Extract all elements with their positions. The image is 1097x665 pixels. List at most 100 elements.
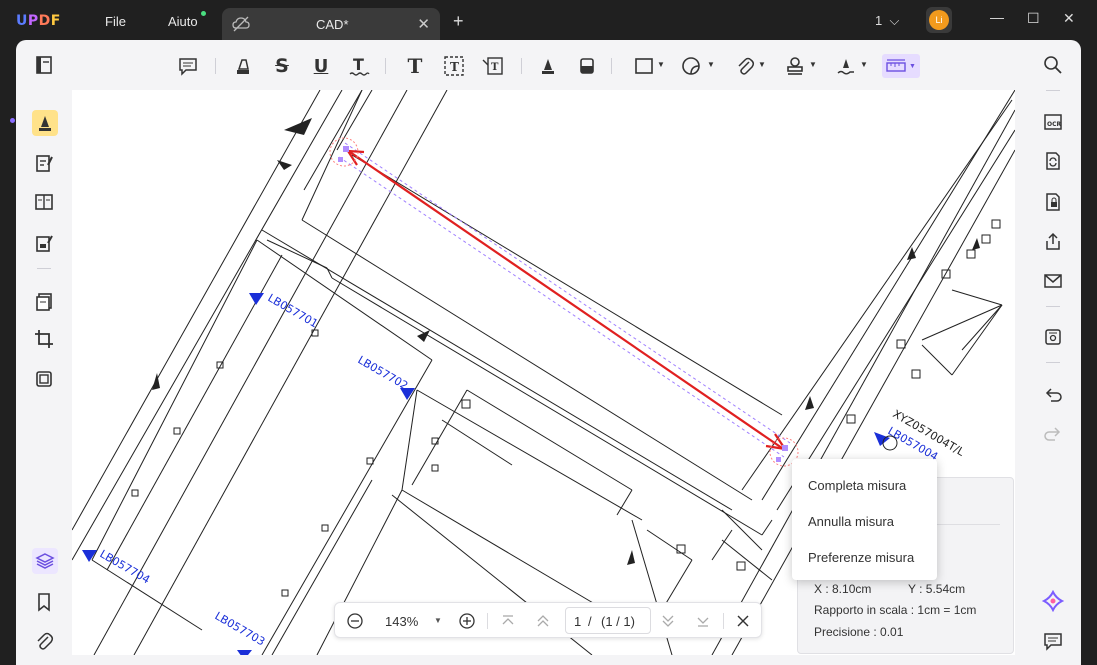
crop-icon[interactable]: [32, 327, 56, 351]
ocr-icon[interactable]: OCR: [1041, 110, 1065, 134]
strikethrough-icon[interactable]: S: [270, 54, 294, 78]
divider: [1046, 362, 1060, 363]
ai-assistant-icon[interactable]: [1041, 589, 1065, 613]
undo-icon[interactable]: [1041, 383, 1065, 407]
caret-down-icon[interactable]: ▼: [758, 60, 766, 69]
chevron-down-icon: ⌵: [889, 13, 900, 28]
email-icon[interactable]: [1041, 269, 1065, 293]
active-indicator: [10, 118, 15, 123]
divider: [1046, 306, 1060, 307]
cad-label: LB057703: [213, 609, 268, 648]
zoom-bar: 143% ▼ 1 / (1 / 1): [334, 602, 762, 638]
toolbar-separator: [611, 58, 612, 74]
signature-icon[interactable]: [834, 54, 858, 78]
svg-text:T: T: [450, 60, 459, 74]
notification-dot: [201, 11, 206, 16]
underline-icon[interactable]: U: [309, 54, 333, 78]
divider: [487, 613, 488, 629]
toolbar-separator: [385, 58, 386, 74]
close-bar-icon[interactable]: [733, 611, 753, 631]
menu-file[interactable]: File: [105, 14, 126, 29]
shape-rectangle-icon[interactable]: [632, 54, 656, 78]
caret-down-icon: ▼: [909, 62, 916, 70]
document-tab[interactable]: CAD* ✕: [222, 8, 440, 40]
new-tab-icon[interactable]: +: [453, 11, 464, 32]
cad-label: LB057702: [356, 353, 411, 392]
textbox-icon[interactable]: T: [442, 54, 466, 78]
pencil-icon[interactable]: [536, 54, 560, 78]
svg-text:OCR: OCR: [1047, 121, 1062, 128]
measure-handle[interactable]: [343, 146, 349, 152]
avatar[interactable]: Li: [926, 7, 952, 33]
eraser-icon[interactable]: [575, 54, 599, 78]
maximize-icon[interactable]: ☐: [1027, 10, 1040, 27]
vertical-scrollbar[interactable]: [1015, 90, 1025, 655]
paperclip-icon[interactable]: [733, 54, 757, 78]
search-icon[interactable]: [1041, 53, 1065, 77]
toolbar-separator: [521, 58, 522, 74]
compress-icon[interactable]: [32, 367, 56, 391]
measure-precision: Precisione : 0.01: [814, 625, 904, 639]
measure-handle[interactable]: [776, 457, 781, 462]
cad-label: LB057701: [266, 291, 321, 330]
share-icon[interactable]: [1041, 230, 1065, 254]
convert-icon[interactable]: [32, 290, 56, 314]
comments-panel-icon[interactable]: [1041, 629, 1065, 653]
zoom-value[interactable]: 143%: [385, 614, 418, 629]
caret-down-icon[interactable]: ▼: [657, 60, 665, 69]
layers-icon[interactable]: [32, 548, 58, 574]
divider: [1046, 90, 1060, 91]
attachment-icon[interactable]: [32, 629, 56, 653]
text-icon[interactable]: T: [403, 54, 427, 78]
comment-icon[interactable]: [176, 54, 200, 78]
highlight-icon[interactable]: [231, 54, 255, 78]
page-selector-value: 1: [875, 13, 883, 28]
page-input[interactable]: 1 / (1 / 1): [565, 607, 651, 634]
measure-handle[interactable]: [338, 157, 343, 162]
first-page-icon[interactable]: [498, 611, 518, 631]
measure-tool-icon[interactable]: ▼: [882, 54, 920, 78]
bookmark-icon[interactable]: [32, 590, 56, 614]
previous-page-icon[interactable]: [533, 611, 553, 631]
svg-text:T: T: [353, 55, 364, 74]
menu-item-complete-measure[interactable]: Completa misura: [808, 478, 906, 493]
reader-icon[interactable]: [32, 53, 56, 77]
divider: [723, 613, 724, 629]
squiggly-underline-icon[interactable]: T: [347, 54, 371, 78]
page-current: 1: [574, 614, 582, 629]
tab-close-icon[interactable]: ✕: [417, 15, 430, 33]
comment-tool-icon[interactable]: [32, 110, 58, 136]
caret-down-icon[interactable]: ▼: [809, 60, 817, 69]
caret-down-icon[interactable]: ▼: [860, 60, 868, 69]
menu-help[interactable]: Aiuto: [168, 14, 198, 29]
menu-item-measure-preferences[interactable]: Preferenze misura: [808, 550, 914, 565]
text-callout-icon[interactable]: T: [481, 54, 505, 78]
close-window-icon[interactable]: ✕: [1063, 10, 1075, 27]
protect-pdf-icon[interactable]: [1041, 190, 1065, 214]
redo-icon[interactable]: [1041, 422, 1065, 446]
avatar-initials: Li: [929, 10, 949, 30]
sticker-icon[interactable]: [679, 54, 703, 78]
caret-down-icon[interactable]: ▼: [434, 616, 442, 625]
minimize-icon[interactable]: —: [990, 9, 1004, 25]
zoom-in-icon[interactable]: [457, 611, 477, 631]
form-icon[interactable]: [32, 231, 56, 255]
page-selector[interactable]: 1 ⌵: [875, 13, 899, 29]
stamp-icon[interactable]: [783, 54, 807, 78]
last-page-icon[interactable]: [693, 611, 713, 631]
page-organize-icon[interactable]: [32, 190, 56, 214]
next-page-icon[interactable]: [658, 611, 678, 631]
menu-item-cancel-measure[interactable]: Annulla misura: [808, 514, 894, 529]
cloud-off-icon: [232, 16, 250, 37]
measure-handle[interactable]: [782, 445, 788, 451]
caret-down-icon[interactable]: ▼: [707, 60, 715, 69]
measure-guide: [344, 142, 791, 444]
save-icon[interactable]: [1041, 325, 1065, 349]
zoom-out-icon[interactable]: [345, 611, 365, 631]
edit-pdf-icon[interactable]: [32, 151, 56, 175]
tab-title: CAD*: [316, 17, 349, 32]
measure-scale: Rapporto in scala : 1cm = 1cm: [814, 603, 977, 617]
divider: [37, 268, 51, 269]
convert-pdf-icon[interactable]: [1041, 149, 1065, 173]
updf-logo: UPDF: [16, 13, 61, 29]
